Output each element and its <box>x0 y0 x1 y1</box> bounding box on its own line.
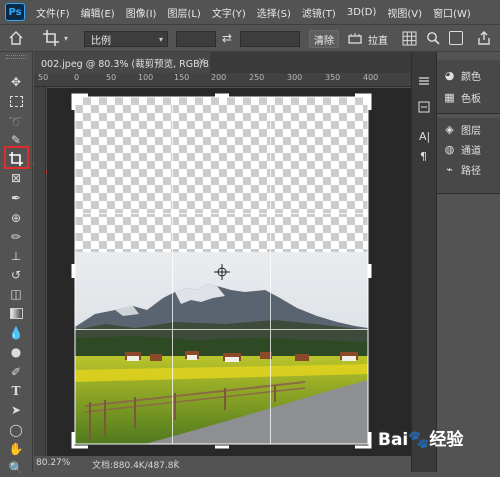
straighten-label[interactable]: 拉直 <box>368 32 388 47</box>
panel-item-label: 颜色 <box>461 72 481 83</box>
panel-item-label: 图层 <box>461 126 481 137</box>
document-tab-title: 002.jpeg @ 80.3% (裁剪预览, RGB/8) * <box>41 58 221 70</box>
properties-icon[interactable] <box>417 100 431 114</box>
marquee-tool-icon[interactable] <box>6 92 26 111</box>
pen-tool-icon[interactable]: ✐ <box>6 362 26 381</box>
swatches-icon: ▦ <box>444 91 455 104</box>
eraser-tool-icon[interactable]: ◫ <box>6 284 26 303</box>
palette-icon: ◕ <box>444 69 455 82</box>
status-bar: 80.27% 文档:880.4K/487.8K › <box>34 456 411 472</box>
paths-icon: ⌁ <box>446 163 453 176</box>
eyedropper-tool-icon[interactable]: ✒ <box>6 188 26 207</box>
menu-file[interactable]: 文件(F) <box>36 5 70 20</box>
clone-stamp-tool-icon[interactable]: ⊥ <box>6 246 26 265</box>
zoom-tool-icon[interactable]: 🔍 <box>6 458 26 477</box>
panel-item-channels[interactable]: ◍ 通道 <box>443 142 481 157</box>
ruler-tick: 350 <box>325 73 341 82</box>
ruler-tick: 50 <box>38 73 49 82</box>
share-icon[interactable] <box>476 30 492 46</box>
zoom-level[interactable]: 80.27% <box>36 458 70 468</box>
document-info[interactable]: 文档:880.4K/487.8K <box>92 458 179 471</box>
document-tab[interactable]: 002.jpeg @ 80.3% (裁剪预览, RGB/8) * × <box>34 52 220 73</box>
chevron-down-icon: ▾ <box>158 34 163 44</box>
menu-window[interactable]: 窗口(W) <box>433 5 471 20</box>
panel-item-color[interactable]: ◕ 颜色 <box>443 68 481 83</box>
gradient-tool-icon[interactable] <box>6 304 26 323</box>
menu-type[interactable]: 文字(Y) <box>212 5 246 20</box>
tab-strip <box>210 52 411 73</box>
menu-bar: Ps 文件(F) 编辑(E) 图像(I) 图层(L) 文字(Y) 选择(S) 滤… <box>0 0 500 24</box>
options-bar: ▾ 比例 ▾ ⇄ 清除 拉直 <box>0 24 500 52</box>
panel-item-swatches[interactable]: ▦ 色板 <box>443 90 481 105</box>
dodge-tool-icon[interactable]: ● <box>6 342 26 361</box>
chevron-down-icon[interactable]: ▾ <box>64 34 68 43</box>
crop-center-target-icon[interactable] <box>214 264 230 280</box>
home-icon[interactable] <box>8 30 24 46</box>
move-tool-icon[interactable]: ✥ <box>6 72 26 91</box>
ruler-vertical <box>34 87 46 456</box>
frame-tool-icon[interactable]: ⊠ <box>6 168 26 187</box>
ruler-tick: 50 <box>106 73 117 82</box>
crop-tool-highlight <box>4 146 29 169</box>
clear-button[interactable]: 清除 <box>309 30 339 48</box>
panel-item-paths[interactable]: ⌁ 路径 <box>443 162 481 177</box>
ruler-tick: 400 <box>363 73 379 82</box>
ruler-tick: 0 <box>74 73 80 82</box>
panel-item-layers[interactable]: ◈ 图层 <box>443 122 481 137</box>
ruler-tick: 300 <box>287 73 303 82</box>
panel-item-label: 路径 <box>461 166 481 177</box>
paragraph-panel-icon[interactable]: ¶ <box>420 150 427 163</box>
ratio-select-value: 比例 <box>91 35 111 47</box>
ruler-tick: 100 <box>138 73 154 82</box>
type-tool-icon[interactable]: T <box>6 381 26 400</box>
ruler-tick: 250 <box>249 73 265 82</box>
ruler-tick: 200 <box>211 73 227 82</box>
panel-item-label: 色板 <box>461 94 481 105</box>
blur-tool-icon[interactable]: 💧 <box>6 323 26 342</box>
photoshop-logo: Ps <box>5 3 25 21</box>
close-icon[interactable]: × <box>198 56 206 67</box>
layers-icon: ◈ <box>445 123 454 136</box>
toolbar-grip[interactable] <box>6 55 26 59</box>
menu-edit[interactable]: 编辑(E) <box>81 5 115 20</box>
straighten-icon[interactable] <box>348 32 362 46</box>
ratio-select[interactable]: 比例 ▾ <box>84 31 168 47</box>
history-brush-tool-icon[interactable]: ↺ <box>6 265 26 284</box>
crop-tool-preset-icon[interactable] <box>42 29 62 47</box>
baidu-jingyan-watermark: Bai🐾经验 <box>378 430 464 450</box>
right-panel: ◕ 颜色 ▦ 色板 ◈ 图层 ◍ 通道 ⌁ 路径 <box>436 52 500 472</box>
history-icon[interactable] <box>417 74 431 88</box>
menu-view[interactable]: 视图(V) <box>387 5 422 20</box>
chevron-right-icon[interactable]: › <box>174 457 178 467</box>
panel-item-label: 通道 <box>461 146 481 157</box>
menu-select[interactable]: 选择(S) <box>257 5 291 20</box>
brush-tool-icon[interactable]: ✏ <box>6 227 26 246</box>
path-selection-tool-icon[interactable]: ➤ <box>6 400 26 419</box>
grid-overlay-icon[interactable] <box>402 31 417 46</box>
tools-panel: ✥ ➰ ✎ ⊠ ✒ ⊕ ✏ ⊥ ↺ ◫ 💧 ● ✐ T ➤ ◯ ✋ 🔍 <box>0 52 33 475</box>
workspace-icon[interactable] <box>449 31 463 45</box>
ruler-horizontal: 50 0 50 100 150 200 250 300 350 400 <box>34 73 411 87</box>
swap-icon[interactable]: ⇄ <box>222 31 232 45</box>
menu-filter[interactable]: 滤镜(T) <box>302 5 336 20</box>
search-icon[interactable] <box>426 31 440 45</box>
width-input[interactable] <box>176 31 216 47</box>
height-input[interactable] <box>240 31 300 47</box>
ellipse-tool-icon[interactable]: ◯ <box>6 420 26 439</box>
character-panel-icon[interactable]: A| <box>419 130 430 143</box>
channels-icon: ◍ <box>444 143 455 156</box>
ruler-tick: 150 <box>174 73 190 82</box>
menu-image[interactable]: 图像(I) <box>126 5 157 20</box>
panel-strip: A| ¶ <box>411 52 436 472</box>
menu-3d[interactable]: 3D(D) <box>347 7 377 18</box>
hand-tool-icon[interactable]: ✋ <box>6 439 26 458</box>
lasso-tool-icon[interactable]: ➰ <box>6 112 26 131</box>
menu-layer[interactable]: 图层(L) <box>167 5 200 20</box>
healing-brush-tool-icon[interactable]: ⊕ <box>6 208 26 227</box>
